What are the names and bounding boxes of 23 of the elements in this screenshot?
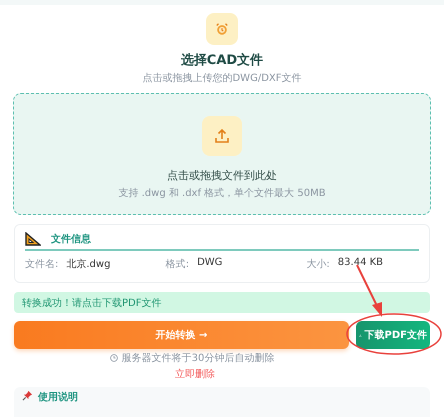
section-title: 选择CAD文件 [180, 52, 264, 69]
success-message: 转换成功！请点击下载PDF文件 [22, 296, 162, 310]
field-label: 大小: [306, 258, 330, 271]
download-button[interactable]: 下载PDF文件 [356, 321, 430, 349]
alarm-clock-icon [215, 22, 229, 36]
delete-link[interactable]: 立即删除 [175, 367, 215, 381]
dropzone-title: 点击或拖拽文件到此处 [167, 168, 277, 183]
convert-button[interactable]: 开始转换 → [14, 321, 349, 349]
clock-icon [110, 354, 118, 362]
dropzone-hint: 支持 .dwg 和 .dxf 格式，单个文件最大 50MB [118, 186, 326, 200]
field-value: DWG [197, 257, 222, 270]
file-dropzone[interactable]: 点击或拖拽文件到此处 支持 .dwg 和 .dxf 格式，单个文件最大 50MB [13, 93, 431, 215]
field-value: 北京.dwg [66, 258, 110, 271]
field-value: 83.44 KB [338, 257, 384, 270]
auto-delete-note: 服务器文件将于30分钟后自动删除 [122, 352, 274, 365]
pushpin-icon [22, 390, 33, 401]
card-title: 文件信息 [51, 232, 91, 246]
section-subtitle: 点击或拖拽上传您的DWG/DXF文件 [142, 72, 302, 85]
field-label: 格式: [166, 258, 190, 271]
arrow-annotation [356, 264, 382, 317]
usage-title: 使用说明 [38, 390, 78, 404]
upload-icon [214, 128, 230, 144]
field-label: 文件名: [25, 258, 58, 271]
